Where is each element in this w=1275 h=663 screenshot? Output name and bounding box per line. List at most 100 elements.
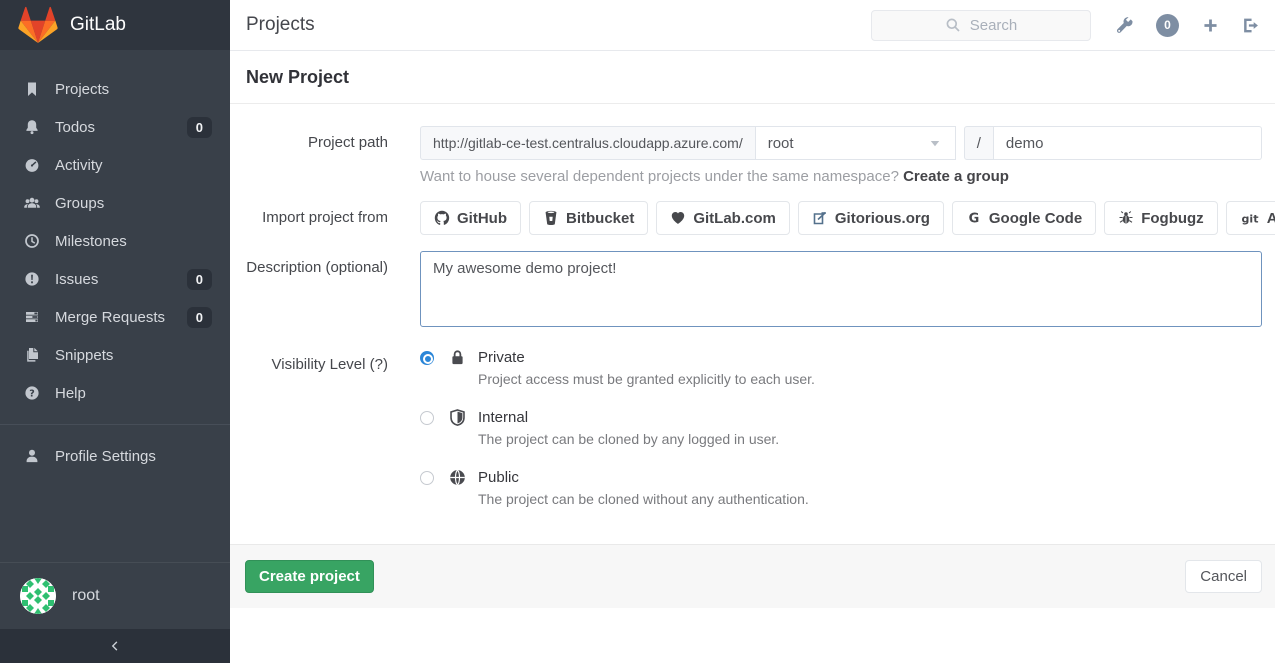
gitlab-tanuki-logo-icon <box>18 5 58 45</box>
visibility-option-public: Public The project can be cloned without … <box>420 468 1262 507</box>
sign-out-icon <box>1242 17 1259 34</box>
content: New Project Project path http://gitlab-c… <box>230 51 1275 608</box>
git-logo-icon: git <box>1240 210 1260 226</box>
import-button-fogbugz[interactable]: Fogbugz <box>1104 201 1217 235</box>
cancel-button[interactable]: Cancel <box>1185 560 1262 593</box>
sidebar-item-label: Snippets <box>55 347 113 364</box>
visibility-option-private: PrivateProject access must be granted ex… <box>420 348 1262 387</box>
page-title: New Project <box>246 67 1259 88</box>
topbar-icons: 0 <box>1116 14 1259 37</box>
radio-internal[interactable] <box>420 411 434 425</box>
github-icon <box>434 210 450 226</box>
visibility-option-name[interactable]: Private <box>478 348 815 367</box>
sidebar-item-label: Todos <box>55 119 95 136</box>
description-textarea[interactable]: My awesome demo project! <box>420 251 1262 327</box>
import-button-label: Any repo by URL <box>1267 210 1275 227</box>
import-label: Import project from <box>245 201 420 226</box>
sidebar-collapse-button[interactable] <box>0 629 230 663</box>
new-project-form: Project path http://gitlab-ce-test.centr… <box>230 104 1275 608</box>
sidebar-user[interactable]: root <box>0 562 230 629</box>
import-button-github[interactable]: GitHub <box>420 201 521 235</box>
description-row: Description (optional) My awesome demo p… <box>245 251 1262 332</box>
main-area: Projects Search 0 New Project Project pa… <box>230 0 1275 663</box>
sidebar-item-label: Help <box>55 385 86 402</box>
visibility-label: Visibility Level <box>272 356 366 373</box>
sidebar: GitLab Projects Todos 0 Activity Groups Miles… <box>0 0 230 663</box>
project-name-input[interactable] <box>994 126 1262 160</box>
sidebar-item-label: Milestones <box>55 233 127 250</box>
sidebar-item-milestones[interactable]: Milestones <box>0 222 230 260</box>
sidebar-item-issues[interactable]: Issues0 <box>0 260 230 298</box>
count-badge: 0 <box>187 117 212 138</box>
search-placeholder: Search <box>970 17 1018 34</box>
bitbucket-icon <box>543 210 559 226</box>
sidebar-item-help[interactable]: ? Help <box>0 374 230 412</box>
avatar <box>20 578 56 614</box>
sign-out-button[interactable] <box>1242 17 1259 34</box>
svg-text:?: ? <box>29 388 35 399</box>
gitlab-app: GitLab Projects Todos 0 Activity Groups Miles… <box>0 0 1275 663</box>
form-actions: Create project Cancel <box>230 544 1275 608</box>
lock-icon <box>449 349 466 371</box>
count-badge: 0 <box>187 269 212 290</box>
create-project-button[interactable]: Create project <box>245 560 374 593</box>
svg-text:git: git <box>1241 212 1258 225</box>
todos-count-badge[interactable]: 0 <box>1156 14 1179 37</box>
sidebar-item-todos[interactable]: Todos 0 <box>0 108 230 146</box>
bug-icon <box>1118 210 1134 226</box>
globe-icon <box>449 469 466 491</box>
import-button-gitlab-com[interactable]: GitLab.com <box>656 201 790 235</box>
exclamation-icon <box>24 271 41 287</box>
radio-private[interactable] <box>420 351 434 365</box>
namespace-hint-row: Want to house several dependent projects… <box>245 168 1262 185</box>
description-label: Description (optional) <box>245 251 420 276</box>
sidebar-item-merge-requests[interactable]: Merge Requests 0 <box>0 298 230 336</box>
plus-icon <box>1202 17 1219 34</box>
import-button-bitbucket[interactable]: Bitbucket <box>529 201 648 235</box>
tasks-icon <box>24 309 41 325</box>
sidebar-item-snippets[interactable]: Snippets <box>0 336 230 374</box>
sidebar-item-profile-settings[interactable]: Profile Settings <box>0 437 230 475</box>
sidebar-nav: Projects Todos 0 Activity Groups Milestones Is… <box>0 70 230 475</box>
visibility-option-name[interactable]: Public <box>478 468 809 487</box>
svg-text:G: G <box>969 212 980 226</box>
admin-wrench-button[interactable] <box>1116 17 1133 34</box>
visibility-option-internal: InternalThe project can be cloned by any… <box>420 408 1262 447</box>
sidebar-brand[interactable]: GitLab <box>0 0 230 50</box>
path-separator-addon: / <box>964 126 994 160</box>
radio-public[interactable] <box>420 471 434 485</box>
visibility-option-name[interactable]: Internal <box>478 408 779 427</box>
import-button-label: GitHub <box>457 210 507 227</box>
sidebar-item-groups[interactable]: Groups <box>0 184 230 222</box>
create-group-link[interactable]: Create a group <box>903 168 1009 185</box>
heart-icon <box>670 210 686 226</box>
shield-icon <box>449 409 466 431</box>
import-button-google-code[interactable]: GGoogle Code <box>952 201 1096 235</box>
namespace-hint-text: Want to house several dependent projects… <box>420 168 899 185</box>
sidebar-item-activity[interactable]: Activity <box>0 146 230 184</box>
new-project-plus-button[interactable] <box>1202 17 1219 34</box>
wrench-icon <box>1116 17 1133 34</box>
project-path-row: Project path http://gitlab-ce-test.centr… <box>245 126 1262 160</box>
namespace-select[interactable]: root <box>756 126 956 160</box>
project-path-label: Project path <box>245 126 420 151</box>
import-button-any-repo-by-url[interactable]: git Any repo by URL <box>1226 201 1275 235</box>
sidebar-item-label: Merge Requests <box>55 309 165 326</box>
question-icon: ? <box>24 385 41 401</box>
caret-down-icon <box>927 135 943 151</box>
sidebar-divider <box>0 424 230 425</box>
sidebar-item-projects[interactable]: Projects <box>0 70 230 108</box>
visibility-help-link[interactable]: (?) <box>370 356 388 373</box>
import-row: Import project from GitHub Bitbucket GitLa… <box>245 201 1262 235</box>
page-header-title: Projects <box>246 14 315 36</box>
import-button-gitorious-org[interactable]: Gitorious.org <box>798 201 944 235</box>
sidebar-item-label: Groups <box>55 195 104 212</box>
search-input[interactable]: Search <box>871 10 1091 41</box>
gitorious-icon <box>812 210 828 226</box>
sidebar-item-label: Profile Settings <box>55 448 156 465</box>
count-badge: 0 <box>187 307 212 328</box>
import-button-label: GitLab.com <box>693 210 776 227</box>
snippet-icon <box>24 347 41 363</box>
visibility-option-description: The project can be cloned without any au… <box>478 491 809 507</box>
chevron-left-icon <box>109 640 121 652</box>
